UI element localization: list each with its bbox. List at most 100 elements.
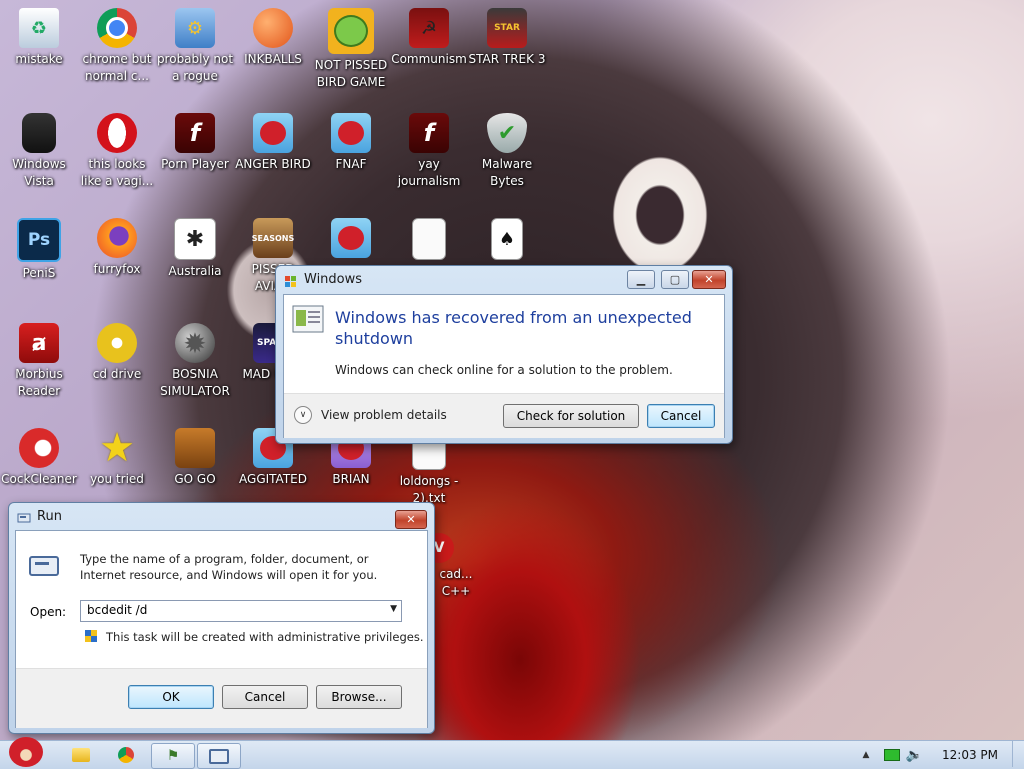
desktop-icon-inkballs[interactable]: INKBALLS xyxy=(234,8,312,68)
show-desktop-button[interactable] xyxy=(1012,741,1024,767)
star-wars-angry-birds-icon: STAR xyxy=(487,8,527,48)
taskbar-pinned-explorer[interactable] xyxy=(68,743,94,767)
folder-icon xyxy=(72,748,90,762)
desktop-icon-photoshop[interactable]: Ps PeniS xyxy=(0,218,78,282)
uac-shield-icon xyxy=(85,630,97,642)
desktop-icon-cockcleaner[interactable]: CockCleaner xyxy=(0,428,78,488)
run-icon xyxy=(17,513,31,523)
angry-birds-seasons-icon: SEASONS xyxy=(252,218,294,258)
desktop-icon-malware-bytes[interactable]: ✔ Malware Bytes xyxy=(468,113,546,190)
desktop-icon-fnaf[interactable]: FNAF xyxy=(312,113,390,173)
volume-icon[interactable]: 🔈 xyxy=(903,743,925,767)
angry-bird-icon xyxy=(253,113,293,153)
desktop-icon-mistake[interactable]: ♻ mistake xyxy=(0,8,78,68)
chrome-icon xyxy=(97,8,137,48)
run-icon xyxy=(209,748,229,764)
flash-player-icon: f xyxy=(175,113,215,153)
recycle-bin-icon: ♻ xyxy=(19,8,59,48)
mine-icon: ✹ xyxy=(175,323,215,363)
taskbar-task-problem-report[interactable]: ⚑ xyxy=(151,743,195,769)
desktop-icon-australia[interactable]: ✱ Australia xyxy=(156,218,234,280)
desktop-icon-you-tried[interactable]: ★ you tried xyxy=(78,428,156,488)
check-for-solution-button[interactable]: Check for solution xyxy=(503,404,639,428)
desktop-icon-yay-journalism[interactable]: f yay journalism xyxy=(390,113,468,190)
cancel-button[interactable]: Cancel xyxy=(647,404,715,428)
taskbar-task-run[interactable] xyxy=(197,743,241,769)
solitaire-icon: ♠ xyxy=(491,218,523,260)
desktop-icon-angry-bird-3[interactable] xyxy=(312,218,390,261)
cancel-button[interactable]: Cancel xyxy=(222,685,308,709)
desktop-icon-document[interactable] xyxy=(390,218,468,263)
open-combobox[interactable]: bcdedit /d ▼ xyxy=(80,600,402,622)
open-label: Open: xyxy=(30,605,67,619)
desktop-icon-anger-bird[interactable]: ANGER BIRD xyxy=(234,113,312,173)
desktop-icon-opera[interactable]: this looks like a vagi... xyxy=(78,113,156,190)
green-pig-icon xyxy=(328,8,374,54)
desktop-icon-bosnia-simulator[interactable]: ✹ BOSNIA SIMULATOR xyxy=(156,323,234,400)
spider-solitaire-icon: ✱ xyxy=(174,218,216,260)
cd-drive-icon xyxy=(97,323,137,363)
dialog-content: Windows has recovered from an unexpected… xyxy=(283,294,725,438)
shield-check-icon: ✔ xyxy=(487,113,527,153)
desktop-icon-star-trek-3[interactable]: STAR STAR TREK 3 xyxy=(468,8,546,68)
run-dialog: Run ✕ Type the name of a program, folder… xyxy=(8,502,435,734)
document-icon xyxy=(412,218,446,260)
ccleaner-icon xyxy=(19,428,59,468)
desktop: ♻ mistake chrome but normal c... ⚙ proba… xyxy=(0,0,1024,740)
minimize-button[interactable]: ▁ xyxy=(627,270,655,289)
dialog-title: Run xyxy=(37,509,62,524)
desktop-icon-cd-drive[interactable]: cd drive xyxy=(78,323,156,383)
windows-flag-icon: ⚑ xyxy=(166,748,180,764)
angry-bird-start-icon xyxy=(9,737,43,767)
opera-icon xyxy=(97,113,137,153)
desktop-icon-windows-vista[interactable]: Windows Vista xyxy=(0,113,78,190)
run-description: Type the name of a program, folder, docu… xyxy=(80,552,378,582)
close-button[interactable]: ✕ xyxy=(692,270,726,289)
dialog-body: Windows can check online for a solution … xyxy=(335,363,673,377)
desktop-icon-go-go[interactable]: GO GO xyxy=(156,428,234,488)
problem-report-icon xyxy=(292,305,324,333)
monitor-gears-icon: ⚙ xyxy=(175,8,215,48)
dialog-heading: Windows has recovered from an unexpected… xyxy=(335,308,692,348)
desktop-icon-chrome[interactable]: chrome but normal c... xyxy=(78,8,156,85)
chrome-icon xyxy=(118,747,134,763)
run-dialog-content: Type the name of a program, folder, docu… xyxy=(15,530,428,728)
show-hidden-icons-button[interactable]: ▲ xyxy=(858,743,874,767)
photoshop-icon: Ps xyxy=(17,218,61,262)
maximize-button[interactable]: ▢ xyxy=(661,270,689,289)
open-input[interactable]: bcdedit /d xyxy=(87,603,147,617)
taskbar: ⚑ ▲ ▭ 🔈 12:03 PM xyxy=(0,737,1024,769)
flash-player-icon: f xyxy=(409,113,449,153)
chevron-down-icon: ∨ xyxy=(294,406,312,424)
dropdown-arrow-icon[interactable]: ▼ xyxy=(390,604,397,614)
view-problem-details-label: View problem details xyxy=(321,408,447,422)
problem-report-dialog: Windows ▁ ▢ ✕ Windows has recovered from… xyxy=(275,265,733,444)
angry-bird-icon xyxy=(331,113,371,153)
inkball-icon xyxy=(253,8,293,48)
trash-can-icon xyxy=(22,113,56,153)
desktop-icon-furryfox[interactable]: furryfox xyxy=(78,218,156,278)
taskbar-pinned-chrome[interactable] xyxy=(113,743,139,767)
windows-flag-icon xyxy=(285,276,296,287)
angry-bird-icon xyxy=(331,218,371,258)
desktop-icon-morbius-reader[interactable]: ⱥ Morbius Reader xyxy=(0,323,78,400)
desktop-icon-solitaire[interactable]: ♠ xyxy=(468,218,546,263)
briefcase-icon xyxy=(175,428,215,468)
communism-emblem-icon: ☭ xyxy=(409,8,449,48)
close-button[interactable]: ✕ xyxy=(395,510,427,529)
run-program-icon xyxy=(29,556,59,576)
admin-privileges-note: This task will be created with administr… xyxy=(106,630,424,644)
browse-button[interactable]: Browse... xyxy=(316,685,402,709)
firefox-icon xyxy=(97,218,137,258)
desktop-icon-communism[interactable]: ☭ Communism xyxy=(390,8,468,68)
start-button[interactable] xyxy=(2,735,50,769)
desktop-icon-not-pissed-bird-game[interactable]: NOT PISSED BIRD GAME xyxy=(312,8,390,91)
desktop-icon-probably-not-a-rogue[interactable]: ⚙ probably not a rogue xyxy=(156,8,234,85)
view-problem-details-toggle[interactable]: ∨ View problem details xyxy=(294,406,447,424)
desktop-icon-porn-player[interactable]: f Porn Player xyxy=(156,113,234,173)
dialog-title: Windows xyxy=(304,272,363,287)
acrobat-reader-icon: ⱥ xyxy=(19,323,59,363)
clock[interactable]: 12:03 PM xyxy=(935,743,1005,767)
ok-button[interactable]: OK xyxy=(128,685,214,709)
battery-icon[interactable] xyxy=(882,743,902,767)
